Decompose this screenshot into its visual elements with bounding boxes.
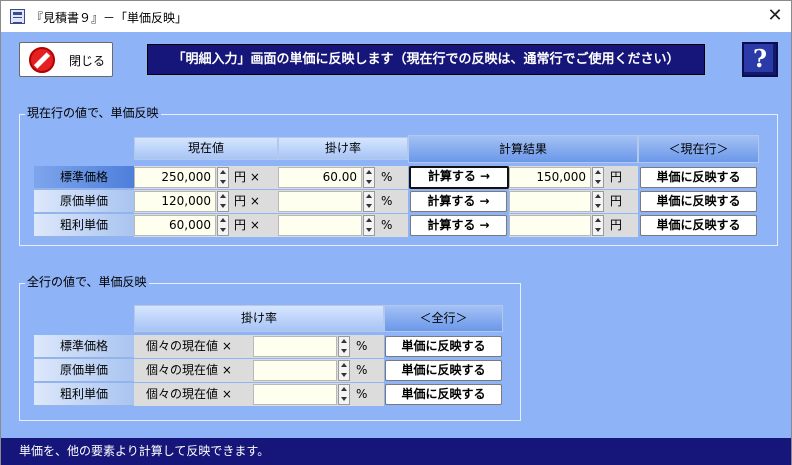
spin-button[interactable] bbox=[363, 191, 375, 212]
percent-label: % bbox=[381, 170, 393, 184]
percent-label: % bbox=[356, 387, 368, 401]
apply-price-button[interactable]: 単価に反映する bbox=[640, 191, 757, 212]
window-title: 『見積書９』－「単価反映」 bbox=[31, 11, 188, 25]
all-row-label-cost: 原価単価 bbox=[34, 359, 134, 382]
spin-button[interactable] bbox=[338, 336, 350, 357]
calculate-button[interactable]: 計算する → bbox=[410, 191, 507, 212]
current-value-input[interactable]: 60,000 bbox=[134, 215, 216, 236]
all-rate-input[interactable] bbox=[253, 336, 337, 357]
header-apply-all: ＜全行＞ bbox=[384, 305, 503, 332]
unit-label: 円 × bbox=[234, 218, 260, 232]
window-close-icon[interactable]: ✕ bbox=[763, 5, 787, 27]
title-bar: 『見積書９』－「単価反映」 ✕ bbox=[1, 1, 791, 32]
spin-button[interactable] bbox=[217, 215, 229, 236]
row-label-cost: 原価単価 bbox=[34, 190, 134, 213]
apply-all-button[interactable]: 単価に反映する bbox=[385, 360, 502, 381]
spin-button[interactable] bbox=[363, 215, 375, 236]
percent-label: % bbox=[356, 363, 368, 377]
all-rate-input[interactable] bbox=[253, 360, 337, 381]
apply-all-button[interactable]: 単価に反映する bbox=[385, 384, 502, 405]
dialog-window: 『見積書９』－「単価反映」 ✕ 閉じる 「明細入力」画面の単価に反映します（現在… bbox=[0, 0, 792, 465]
result-input[interactable] bbox=[509, 191, 591, 212]
spin-button[interactable] bbox=[217, 167, 229, 188]
unit-label: 円 bbox=[610, 218, 623, 232]
spin-button[interactable] bbox=[338, 360, 350, 381]
percent-label: % bbox=[356, 339, 368, 353]
all-rate-input[interactable] bbox=[253, 384, 337, 405]
rate-input[interactable]: 60.00 bbox=[278, 167, 362, 188]
current-value-prefix: 個々の現在値 × bbox=[146, 387, 232, 401]
header-all-rate: 掛け率 bbox=[134, 305, 384, 332]
all-row-label-standard: 標準価格 bbox=[34, 335, 134, 358]
rate-input[interactable] bbox=[278, 191, 362, 212]
result-input[interactable] bbox=[509, 215, 591, 236]
result-input[interactable]: 150,000 bbox=[509, 167, 591, 188]
unit-label: 円 bbox=[610, 170, 623, 184]
apply-price-button[interactable]: 単価に反映する bbox=[640, 215, 757, 236]
spin-button[interactable] bbox=[363, 167, 375, 188]
spin-button[interactable] bbox=[217, 191, 229, 212]
header-rate: 掛け率 bbox=[278, 137, 408, 160]
row-label-standard: 標準価格 bbox=[34, 166, 134, 189]
row-label-gross-profit: 粗利単価 bbox=[34, 214, 134, 237]
percent-label: % bbox=[381, 218, 393, 232]
current-value-prefix: 個々の現在値 × bbox=[146, 363, 232, 377]
apply-all-button[interactable]: 単価に反映する bbox=[385, 336, 502, 357]
no-entry-icon bbox=[29, 47, 55, 73]
current-value-input[interactable]: 250,000 bbox=[134, 167, 216, 188]
spin-button[interactable] bbox=[592, 215, 604, 236]
spin-button[interactable] bbox=[338, 384, 350, 405]
current-value-input[interactable]: 120,000 bbox=[134, 191, 216, 212]
calculate-button[interactable]: 計算する → bbox=[409, 166, 509, 189]
unit-label: 円 bbox=[610, 194, 623, 208]
unit-label: 円 × bbox=[234, 170, 260, 184]
help-icon[interactable]: ? bbox=[742, 42, 778, 77]
app-icon bbox=[10, 9, 25, 24]
header-apply-current: ＜現在行＞ bbox=[638, 135, 759, 163]
status-bar: 単価を、他の要素より計算して反映できます。 bbox=[1, 438, 791, 465]
close-button-label: 閉じる bbox=[69, 54, 106, 68]
unit-label: 円 × bbox=[234, 194, 260, 208]
current-row-group-title: 現在行の値で、単価反映 bbox=[25, 104, 161, 121]
calculate-button[interactable]: 計算する → bbox=[410, 215, 507, 236]
header-result: 計算結果 bbox=[408, 135, 638, 163]
apply-price-button[interactable]: 単価に反映する bbox=[640, 167, 757, 188]
spin-button[interactable] bbox=[592, 167, 604, 188]
rate-input[interactable] bbox=[278, 215, 362, 236]
header-current-value: 現在値 bbox=[134, 137, 278, 160]
info-banner: 「明細入力」画面の単価に反映します（現在行での反映は、通常行でご使用ください） bbox=[147, 44, 705, 75]
all-row-label-gross-profit: 粗利単価 bbox=[34, 383, 134, 406]
close-button[interactable]: 閉じる bbox=[19, 42, 113, 77]
all-rows-group-title: 全行の値で、単価反映 bbox=[25, 273, 149, 290]
percent-label: % bbox=[381, 194, 393, 208]
current-value-prefix: 個々の現在値 × bbox=[146, 339, 232, 353]
spin-button[interactable] bbox=[592, 191, 604, 212]
